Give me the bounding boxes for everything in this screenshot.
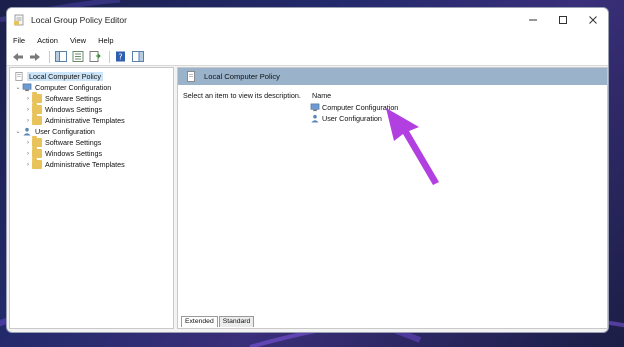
- tree-label: Software Settings: [45, 138, 102, 147]
- close-icon: [589, 16, 597, 24]
- chevron-right-icon[interactable]: ›: [24, 118, 32, 124]
- chevron-down-icon[interactable]: ⌄: [14, 84, 22, 91]
- tree-label: Administrative Templates: [45, 116, 125, 125]
- tree-label: Administrative Templates: [45, 160, 125, 169]
- svg-text:?: ?: [118, 53, 122, 62]
- user-icon: [23, 127, 31, 136]
- tree-item-administrative-templates[interactable]: › Administrative Templates: [24, 158, 125, 170]
- tree-label: Software Settings: [45, 94, 102, 103]
- chevron-right-icon[interactable]: ›: [24, 96, 32, 102]
- properties-icon: [72, 51, 83, 62]
- help-button[interactable]: ?: [114, 50, 127, 63]
- tree-label: Computer Configuration: [35, 83, 112, 92]
- tree-item-local-computer-policy[interactable]: Local Computer Policy: [14, 71, 103, 82]
- tab-extended[interactable]: Extended: [181, 316, 218, 327]
- menu-action[interactable]: Action: [31, 36, 64, 45]
- export-list-button[interactable]: [88, 50, 101, 63]
- computer-icon: [310, 103, 320, 112]
- menu-bar: File Action View Help: [7, 32, 608, 48]
- window-title: Local Group Policy Editor: [31, 15, 127, 25]
- show-hide-action-pane-button[interactable]: [131, 50, 144, 63]
- tree-item-user-configuration[interactable]: ⌄ User Configuration: [14, 126, 95, 137]
- minimize-icon: [529, 19, 537, 21]
- tree-item-administrative-templates[interactable]: › Administrative Templates: [24, 114, 125, 126]
- toolbar-separator: [49, 50, 50, 63]
- view-tabs: Extended Standard: [181, 316, 255, 327]
- list-item-computer-configuration[interactable]: Computer Configuration: [310, 102, 398, 113]
- folder-icon: [32, 136, 42, 147]
- computer-icon: [22, 83, 32, 92]
- toolbar: ?: [7, 48, 608, 66]
- menu-file[interactable]: File: [7, 36, 31, 45]
- list-item-user-configuration[interactable]: User Configuration: [310, 113, 382, 124]
- tree-label: Windows Settings: [45, 105, 103, 114]
- chevron-right-icon[interactable]: ›: [24, 140, 32, 146]
- toolbar-separator: [109, 50, 110, 63]
- list-item-label: User Configuration: [322, 114, 382, 123]
- folder-icon: [32, 147, 42, 158]
- menu-view[interactable]: View: [64, 36, 92, 45]
- properties-button[interactable]: [71, 50, 84, 63]
- tab-standard[interactable]: Standard: [218, 316, 255, 327]
- tree-label: Local Computer Policy: [27, 72, 103, 81]
- back-button[interactable]: [11, 50, 24, 63]
- tree-label: Windows Settings: [45, 149, 103, 158]
- minimize-button[interactable]: [518, 8, 548, 32]
- policy-document-icon: [187, 71, 195, 82]
- title-bar: Local Group Policy Editor: [7, 8, 608, 32]
- list-item-label: Computer Configuration: [322, 103, 399, 112]
- gpedit-window: Local Group Policy Editor File Action Vi…: [6, 7, 609, 333]
- description-text: Select an item to view its description.: [183, 91, 301, 100]
- policy-editor-app-icon: [14, 14, 24, 26]
- chevron-down-icon[interactable]: ⌄: [14, 128, 22, 135]
- folder-icon: [32, 114, 42, 125]
- policy-document-icon: [15, 72, 23, 81]
- close-button[interactable]: [578, 8, 608, 32]
- forward-button[interactable]: [28, 50, 41, 63]
- maximize-button[interactable]: [548, 8, 578, 32]
- details-header: Local Computer Policy: [178, 68, 607, 85]
- show-hide-action-pane-icon: [131, 51, 144, 62]
- details-header-title: Local Computer Policy: [204, 72, 280, 81]
- user-icon: [311, 114, 319, 123]
- chevron-right-icon[interactable]: ›: [24, 151, 32, 157]
- console-tree: Local Computer Policy ⌄ Computer Configu…: [9, 67, 174, 329]
- folder-icon: [32, 103, 42, 114]
- window-controls: [518, 8, 608, 32]
- chevron-right-icon[interactable]: ›: [24, 107, 32, 113]
- menu-help[interactable]: Help: [92, 36, 119, 45]
- forward-icon: [29, 52, 40, 61]
- maximize-icon: [559, 16, 567, 24]
- help-icon: ?: [116, 51, 125, 62]
- tree-label: User Configuration: [35, 127, 95, 136]
- column-header-name[interactable]: Name: [312, 91, 331, 100]
- tree-item-computer-configuration[interactable]: ⌄ Computer Configuration: [14, 82, 111, 93]
- show-hide-tree-button[interactable]: [54, 50, 67, 63]
- folder-icon: [32, 158, 42, 169]
- back-icon: [12, 52, 23, 61]
- export-list-icon: [89, 51, 101, 62]
- chevron-right-icon[interactable]: ›: [24, 162, 32, 168]
- show-hide-tree-icon: [54, 51, 67, 62]
- details-pane: Local Computer Policy Select an item to …: [177, 67, 608, 329]
- folder-icon: [32, 92, 42, 103]
